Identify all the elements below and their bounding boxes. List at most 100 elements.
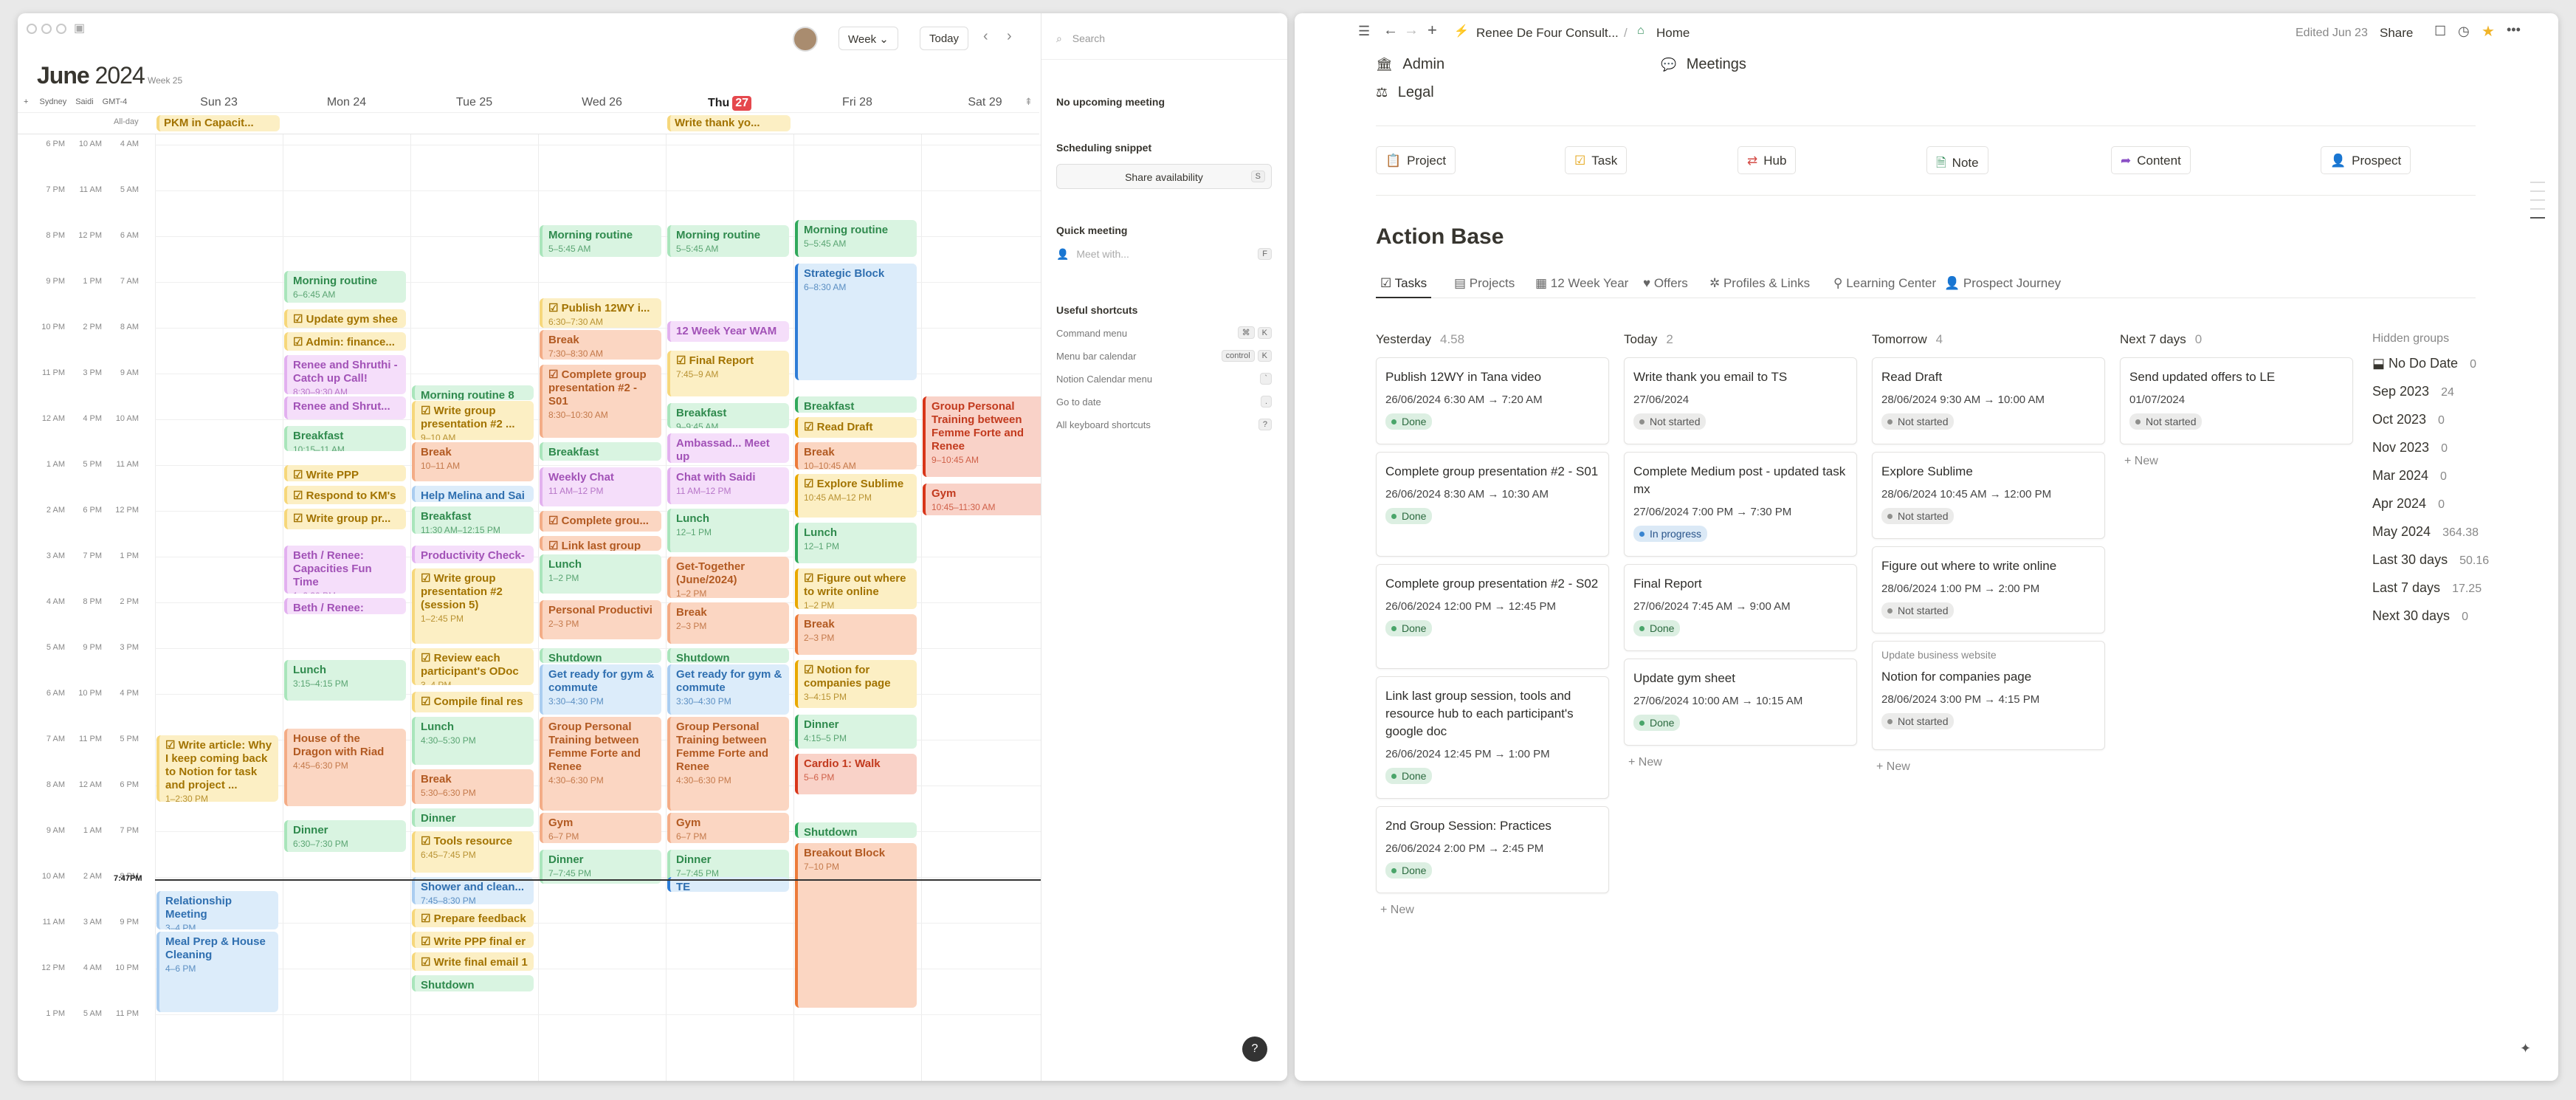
hidden-group-item[interactable]: May 2024 364.38 <box>2372 524 2535 552</box>
hidden-group-item[interactable]: Sep 2023 24 <box>2372 384 2535 412</box>
calendar-event[interactable]: Dinner <box>412 808 534 827</box>
calendar-event[interactable]: ☑ Final Report 7:45–9 AM <box>667 351 789 397</box>
calendar-event[interactable]: ☑ Tools resource 6:45–7:45 PM <box>412 831 534 873</box>
help-button[interactable]: ? <box>1242 1037 1267 1062</box>
quick-button-hub[interactable]: ⇄ Hub <box>1738 146 1797 174</box>
calendar-event[interactable]: Dinner 4:15–5 PM <box>795 714 917 749</box>
shortcut-row[interactable]: Notion Calendar menu ` <box>1056 373 1272 396</box>
breadcrumb-home[interactable]: Home <box>1656 26 1690 41</box>
calendar-event[interactable]: ☑ Link last group se <box>540 536 661 551</box>
calendar-event[interactable]: Cardio 1: Walk 5–6 PM <box>795 753 917 795</box>
breadcrumb-workspace[interactable]: Renee De Four Consult... <box>1476 26 1619 41</box>
hidden-group-item[interactable]: Next 30 days 0 <box>2372 608 2535 636</box>
meet-with-input[interactable]: 👤 Meet with... F <box>1056 248 1272 261</box>
calendar-event[interactable]: ☑ Read Draft <box>795 416 917 438</box>
calendar-event[interactable]: Group Personal Training between Femme Fo… <box>667 717 789 811</box>
tab-learning-center[interactable]: ⚲ Learning Center <box>1829 273 1940 298</box>
task-card[interactable]: Complete Medium post - updated task mx 27… <box>1624 452 1857 557</box>
back-icon[interactable]: ← <box>1383 22 1398 39</box>
calendar-event[interactable]: Break 10–10:45 AM <box>795 442 917 470</box>
calendar-event[interactable]: Renee and Shruthi - Catch up Call! 8:30–9… <box>284 355 406 394</box>
shortcut-row[interactable]: Menu bar calendar control K <box>1056 350 1272 374</box>
more-options-icon[interactable]: ••• <box>2507 22 2521 38</box>
calendar-event[interactable]: ☑ Complete group presentation #2 - S01 8:… <box>540 364 661 438</box>
window-minimize-button[interactable] <box>41 24 52 34</box>
tab-prospect-journey[interactable]: 👤 Prospect Journey <box>1940 273 2065 298</box>
shortcut-row[interactable]: All keyboard shortcuts? <box>1056 419 1272 442</box>
calendar-event[interactable]: ☑ Figure out where to write online 1–2 PM <box>795 568 917 610</box>
day-header-3[interactable]: Wed 26 <box>538 96 666 109</box>
calendar-event[interactable]: Group Personal Training between Femme Fo… <box>923 396 1041 477</box>
calendar-event[interactable]: ☑ Write PPP final er <box>412 932 534 949</box>
calendar-event[interactable]: 12 Week Year WAM <box>667 320 789 342</box>
calendar-event[interactable]: ☑ Respond to KM's <box>284 485 406 504</box>
hidden-group-item[interactable]: ⬓ No Do Date 0 <box>2372 356 2535 384</box>
day-header-4[interactable]: Thu 27 <box>666 96 793 111</box>
calendar-event[interactable]: Weekly Chat 11 AM–12 PM <box>540 467 661 506</box>
page-outline[interactable] <box>2530 174 2545 226</box>
calendar-event[interactable]: Shutdown <box>667 648 789 663</box>
calendar-event[interactable]: Gym 6–7 PM <box>667 813 789 843</box>
calendar-event[interactable]: Morning routine 5–5:45 AM <box>667 224 789 257</box>
calendar-event[interactable]: Morning routine 5–5:45 AM <box>795 220 917 257</box>
tab-offers[interactable]: ♥ Offers <box>1639 273 1692 298</box>
task-card[interactable]: Publish 12WY in Tana video 26/06/2024 6:3… <box>1376 357 1609 444</box>
calendar-event[interactable]: Break 7:30–8:30 AM <box>540 330 661 360</box>
quick-button-project[interactable]: 📋 Project <box>1376 146 1456 174</box>
calendar-event[interactable]: Breakfast 10:15–11 AM <box>284 426 406 452</box>
link-legal[interactable]: ⚖ Legal <box>1376 84 1434 101</box>
new-card-button[interactable]: + New <box>2124 455 2158 468</box>
share-button[interactable]: Share <box>2380 26 2413 41</box>
calendar-event[interactable]: Shutdown <box>795 822 917 839</box>
tab-profiles-links[interactable]: ✲ Profiles & Links <box>1705 273 1814 298</box>
calendar-event[interactable]: Break 2–3 PM <box>667 602 789 644</box>
calendar-event[interactable]: Meal Prep & House Cleaning 4–6 PM <box>156 932 278 1012</box>
ai-assistant-icon[interactable]: ✦ <box>2520 1041 2531 1056</box>
calendar-event[interactable]: Break 2–3 PM <box>795 613 917 656</box>
calendar-event[interactable]: Get-Together (June/2024) 1–2 PM <box>667 557 789 598</box>
calendar-event[interactable]: Breakout Block 7–10 PM <box>795 842 917 1008</box>
new-page-icon[interactable]: + <box>1428 21 1437 40</box>
calendar-event[interactable]: Breakfast <box>540 442 661 461</box>
calendar-event[interactable]: ☑ Write PPP closing <box>284 465 406 481</box>
hidden-group-item[interactable]: Mar 2024 0 <box>2372 468 2535 496</box>
task-card[interactable]: Complete group presentation #2 - S02 26/0… <box>1376 564 1609 669</box>
updates-icon[interactable]: ◷ <box>2458 24 2470 39</box>
window-close-button[interactable] <box>27 24 37 34</box>
menu-icon[interactable]: ☰ <box>1358 24 1370 39</box>
calendar-event[interactable]: ☑ Publish 12WY i... 6:30–7:30 AM <box>540 298 661 329</box>
day-header-1[interactable]: Mon 24 <box>283 96 410 109</box>
calendar-event[interactable]: ☑ Notion for companies page 3–4:15 PM <box>795 659 917 708</box>
tab-12-week-year[interactable]: ▦ 12 Week Year <box>1531 273 1633 298</box>
calendar-event[interactable]: Beth / Renee: Capac <box>284 597 406 614</box>
avatar[interactable] <box>793 27 818 52</box>
day-header-2[interactable]: Tue 25 <box>410 96 538 109</box>
calendar-event[interactable]: House of the Dragon with Riad 4:45–6:30 P… <box>284 728 406 806</box>
day-header-5[interactable]: Fri 28 <box>793 96 921 109</box>
calendar-event[interactable]: ☑ Write final email 1 <box>412 952 534 972</box>
view-select[interactable]: Week ⌄ <box>838 27 898 50</box>
calendar-event[interactable]: Help Melina and Sai <box>412 485 534 502</box>
calendar-event[interactable]: Chat with Saidi 11 AM–12 PM <box>667 467 789 504</box>
task-card[interactable]: Figure out where to write online 28/06/20… <box>1872 546 2105 633</box>
link-admin[interactable]: 🏛 Admin <box>1376 56 1444 73</box>
sidebar-toggle-icon[interactable]: ▣ <box>74 21 85 35</box>
new-card-button[interactable]: + New <box>1380 904 1414 917</box>
allday-event[interactable]: PKM in Capacit... <box>156 115 280 131</box>
tab-tasks[interactable]: ☑ Tasks <box>1376 273 1432 298</box>
calendar-event[interactable]: ☑ Compile final res <box>412 691 534 712</box>
task-card[interactable]: Explore Sublime 28/06/2024 10:45 AM → 12:… <box>1872 452 2105 539</box>
quick-button-note[interactable]: 🗎 Note <box>1926 146 1988 174</box>
hidden-group-item[interactable]: Oct 2023 0 <box>2372 412 2535 440</box>
calendar-event[interactable]: Beth / Renee: Capacities Fun Time1–2:30 … <box>284 545 406 594</box>
calendar-event[interactable]: Gym 10:45–11:30 AM <box>923 483 1041 516</box>
hidden-group-item[interactable]: Apr 2024 0 <box>2372 496 2535 524</box>
window-zoom-button[interactable] <box>56 24 66 34</box>
calendar-event[interactable]: Dinner 6:30–7:30 PM <box>284 819 406 852</box>
new-card-button[interactable]: + New <box>1876 760 1910 774</box>
task-card[interactable]: Complete group presentation #2 - S01 26/0… <box>1376 452 1609 557</box>
calendar-event[interactable]: ☑ Explore Sublime 10:45 AM–12 PM <box>795 474 917 518</box>
board-column-header[interactable]: Today 2 <box>1624 332 1673 347</box>
calendar-event[interactable]: Lunch 4:30–5:30 PM <box>412 717 534 766</box>
calendar-event[interactable]: Lunch 3:15–4:15 PM <box>284 659 406 701</box>
